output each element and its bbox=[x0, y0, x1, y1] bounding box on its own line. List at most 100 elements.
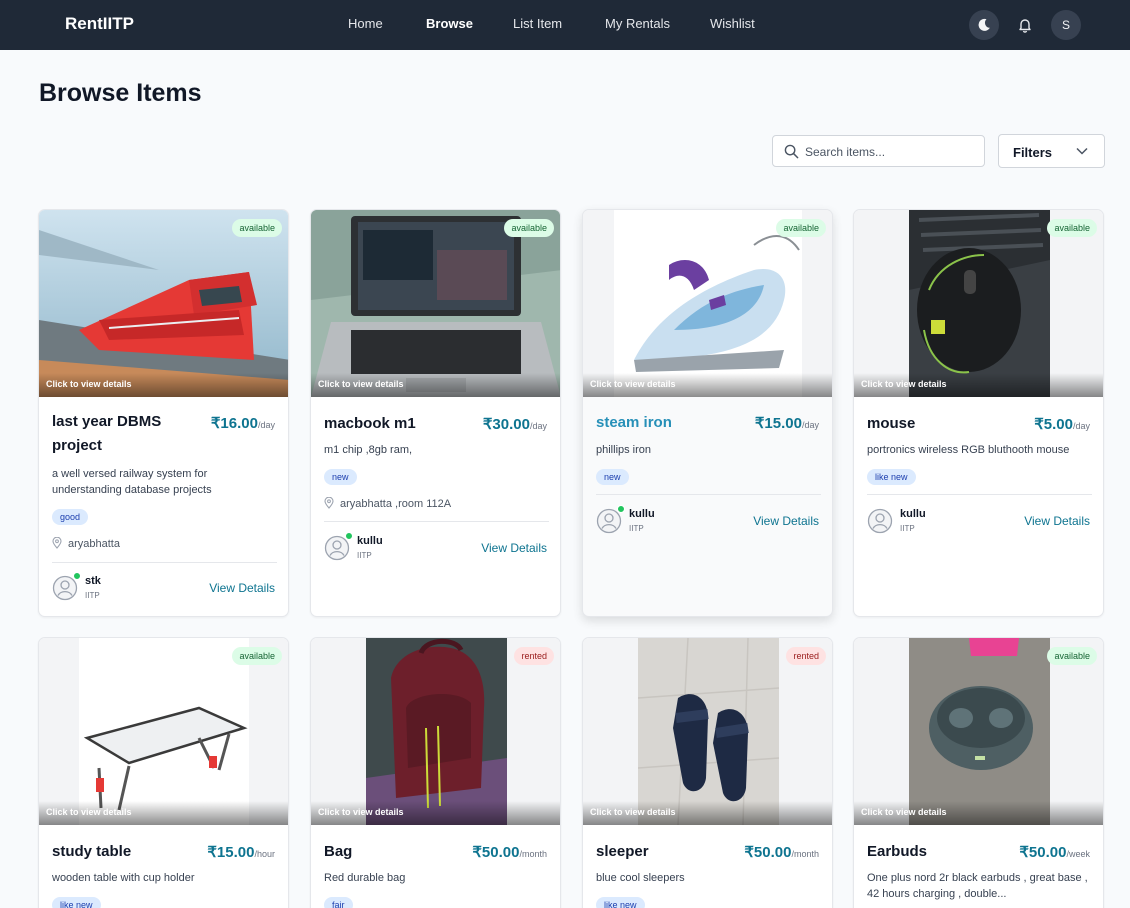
item-title[interactable]: mouse bbox=[867, 412, 915, 436]
nav-list-item[interactable]: List Item bbox=[513, 16, 562, 31]
theme-toggle-button[interactable] bbox=[969, 10, 999, 40]
condition-badge: like new bbox=[867, 469, 916, 485]
nav-browse[interactable]: Browse bbox=[426, 16, 473, 31]
price-unit: /day bbox=[257, 420, 275, 430]
item-card[interactable]: Click to view details rented Bag ₹50.00/… bbox=[310, 637, 561, 908]
train-photo bbox=[39, 210, 288, 397]
card-divider bbox=[867, 494, 1092, 495]
location-pin-icon bbox=[52, 536, 62, 549]
bell-icon bbox=[1019, 19, 1031, 33]
status-badge: available bbox=[776, 219, 826, 237]
search-input[interactable] bbox=[805, 142, 975, 161]
status-badge: available bbox=[504, 219, 554, 237]
filters-label: Filters bbox=[1013, 145, 1053, 160]
price-amount: ₹50.00 bbox=[744, 844, 792, 861]
item-image[interactable]: Click to view details rented bbox=[311, 638, 560, 825]
study-table-photo bbox=[79, 638, 249, 825]
status-badge: available bbox=[232, 219, 282, 237]
item-title[interactable]: sleeper bbox=[596, 840, 649, 864]
item-card[interactable]: Click to view details available Earbuds … bbox=[853, 637, 1104, 908]
mouse-photo bbox=[909, 210, 1050, 397]
online-indicator bbox=[345, 532, 353, 540]
condition-badge: new bbox=[324, 469, 357, 485]
status-badge: available bbox=[1047, 219, 1097, 237]
nav-home[interactable]: Home bbox=[348, 16, 383, 31]
item-title[interactable]: study table bbox=[52, 840, 131, 864]
condition-badge: good bbox=[52, 509, 89, 525]
item-card[interactable]: Click to view details available study ta… bbox=[38, 637, 289, 908]
price-unit: /day bbox=[1072, 421, 1090, 431]
item-title[interactable]: steam iron bbox=[596, 411, 672, 435]
search-icon bbox=[784, 144, 799, 159]
price-amount: ₹30.00 bbox=[482, 416, 530, 433]
item-image[interactable]: Click to view details rented bbox=[583, 638, 832, 825]
condition-badge: like new bbox=[52, 897, 101, 908]
condition-badge: fair bbox=[324, 897, 353, 908]
top-navbar: RentIITP Home Browse List Item My Rental… bbox=[0, 0, 1130, 50]
item-title[interactable]: macbook m1 bbox=[324, 412, 416, 436]
click-to-view-details: Click to view details bbox=[318, 379, 404, 389]
view-details-link[interactable]: View Details bbox=[481, 541, 547, 555]
price-unit: /week bbox=[1066, 849, 1090, 859]
search-box bbox=[772, 135, 985, 167]
owner-name: kullu bbox=[900, 508, 926, 520]
item-description: wooden table with cup holder bbox=[52, 872, 195, 884]
user-avatar-button[interactable]: S bbox=[1051, 10, 1081, 40]
filters-dropdown[interactable]: Filters bbox=[998, 134, 1105, 168]
notifications-button[interactable] bbox=[1010, 10, 1040, 40]
location-pin-icon bbox=[324, 496, 334, 509]
owner-campus: IITP bbox=[629, 524, 644, 533]
item-description: m1 chip ,8gb ram, bbox=[324, 444, 413, 456]
click-to-view-details: Click to view details bbox=[46, 379, 132, 389]
item-price: ₹15.00/day bbox=[755, 414, 819, 432]
item-description: One plus nord 2r black earbuds , great b… bbox=[867, 872, 1088, 900]
owner-campus: IITP bbox=[357, 551, 372, 560]
nav-wishlist[interactable]: Wishlist bbox=[710, 16, 755, 31]
item-card[interactable]: Click to view details available macbook … bbox=[310, 209, 561, 617]
item-description: a well versed railway system for underst… bbox=[52, 468, 212, 496]
click-to-view-details: Click to view details bbox=[861, 807, 947, 817]
item-title[interactable]: last year DBMS project bbox=[52, 410, 192, 458]
view-details-link[interactable]: View Details bbox=[753, 514, 819, 528]
item-location: aryabhatta bbox=[52, 536, 120, 550]
item-title[interactable]: Bag bbox=[324, 840, 352, 864]
online-indicator bbox=[617, 505, 625, 513]
view-details-link[interactable]: View Details bbox=[1024, 514, 1090, 528]
price-amount: ₹5.00 bbox=[1034, 416, 1073, 433]
item-description: blue cool sleepers bbox=[596, 872, 685, 884]
item-card[interactable]: Click to view details rented sleeper ₹50… bbox=[582, 637, 833, 908]
price-unit: /month bbox=[519, 849, 547, 859]
price-unit: /hour bbox=[254, 849, 275, 859]
earbuds-photo bbox=[909, 638, 1050, 825]
item-image[interactable]: Click to view details available bbox=[39, 638, 288, 825]
price-amount: ₹50.00 bbox=[472, 844, 520, 861]
click-to-view-details: Click to view details bbox=[590, 379, 676, 389]
item-image[interactable]: Click to view details available bbox=[311, 210, 560, 397]
sleeper-photo bbox=[638, 638, 779, 825]
owner-campus: IITP bbox=[900, 524, 915, 533]
item-card[interactable]: Click to view details available steam ir… bbox=[582, 209, 833, 617]
item-image[interactable]: Click to view details available bbox=[583, 210, 832, 397]
view-details-link[interactable]: View Details bbox=[209, 581, 275, 595]
owner-campus: IITP bbox=[85, 591, 100, 600]
click-to-view-details: Click to view details bbox=[46, 807, 132, 817]
location-text: aryabhatta bbox=[68, 538, 120, 550]
card-divider bbox=[596, 494, 821, 495]
price-amount: ₹15.00 bbox=[754, 415, 802, 432]
item-description: portronics wireless RGB bluthooth mouse bbox=[867, 444, 1070, 456]
item-price: ₹5.00/day bbox=[1034, 415, 1090, 433]
item-image[interactable]: Click to view details available bbox=[39, 210, 288, 397]
item-image[interactable]: Click to view details available bbox=[854, 638, 1103, 825]
item-price: ₹15.00/hour bbox=[207, 843, 275, 861]
price-amount: ₹16.00 bbox=[210, 415, 258, 432]
item-card[interactable]: Click to view details available mouse ₹5… bbox=[853, 209, 1104, 617]
item-price: ₹50.00/month bbox=[472, 843, 547, 861]
brand-logo[interactable]: RentIITP bbox=[65, 14, 134, 34]
nav-my-rentals[interactable]: My Rentals bbox=[605, 16, 670, 31]
item-image[interactable]: Click to view details available bbox=[854, 210, 1103, 397]
status-badge: available bbox=[232, 647, 282, 665]
item-price: ₹16.00/day bbox=[211, 414, 275, 432]
item-title[interactable]: Earbuds bbox=[867, 840, 927, 864]
item-card[interactable]: Click to view details available last yea… bbox=[38, 209, 289, 617]
status-badge: rented bbox=[514, 647, 554, 665]
